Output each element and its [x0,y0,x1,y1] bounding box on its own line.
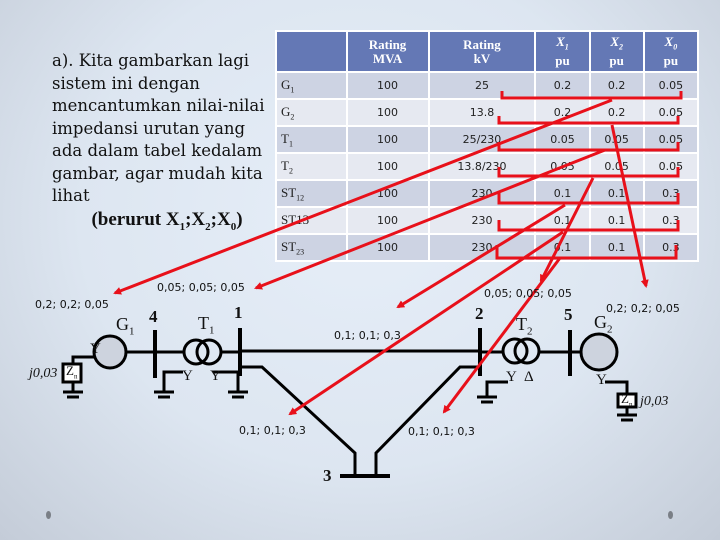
bracket-g2 [497,116,680,125]
ground-icon [63,390,83,399]
t1-label: T1 [198,313,215,337]
g2-label: G2 [594,312,613,336]
transformer-t1-symbol [182,338,223,366]
t2-secondary-delta-symbol: Δ [524,369,534,385]
t1-sequence-values: 0,05; 0,05; 0,05 [157,281,245,294]
g2-neutral-impedance-value: j0,03 [640,394,669,409]
g2-zn-label: Zn [621,391,633,409]
slide-decoration-dot [46,511,51,519]
slide-decoration-dot [668,511,673,519]
t2-sequence-values: 0,05; 0,05; 0,05 [484,287,572,300]
bracket-t1 [497,142,680,152]
bracket-st23 [495,245,678,260]
t1-primary-wye-symbol: Y [182,368,193,384]
ground-icon [617,413,637,422]
bus-2-label: 2 [475,304,484,323]
g1-zn-label: Zn [66,363,78,381]
bus-1-label: 1 [234,303,243,322]
g2-wye-symbol: Y [596,372,607,388]
row-brackets [495,91,683,260]
bracket-t2 [497,167,680,178]
t2-label: T2 [516,314,533,338]
t2-primary-wye-symbol: Y [506,369,517,385]
one-line-diagram [61,91,683,478]
generator-g2-symbol [579,332,619,372]
transformer-t2-symbol [501,337,541,365]
bus-4-label: 4 [149,307,158,326]
t1-secondary-wye-symbol: Y [210,368,221,384]
g1-sequence-values: 0,2; 0,2; 0,05 [35,298,109,311]
ground-icon [154,390,174,399]
arrow-g1 [113,98,613,295]
ground-icon [477,395,497,404]
g1-label: G1 [116,314,135,338]
ground-icon [228,390,248,399]
g1-wye-symbol: Y [90,341,101,357]
bus-3-label: 3 [323,466,332,485]
g2-sequence-values: 0,2; 0,2; 0,05 [606,302,680,315]
g1-neutral-impedance-value: j0,03 [29,366,58,381]
bracket-g1 [500,91,683,100]
line-1-2-sequence-values: 0,1; 0,1; 0,3 [334,329,401,342]
t2-primary-ground [485,380,508,397]
line-2-3-sequence-values: 0,1; 0,1; 0,3 [408,425,475,438]
bracket-st12 [497,193,680,205]
t1-primary-ground [162,370,183,392]
line-1-3-sequence-values: 0,1; 0,1; 0,3 [239,424,306,437]
arrow-st23 [442,257,562,414]
bus-5-label: 5 [564,305,573,324]
